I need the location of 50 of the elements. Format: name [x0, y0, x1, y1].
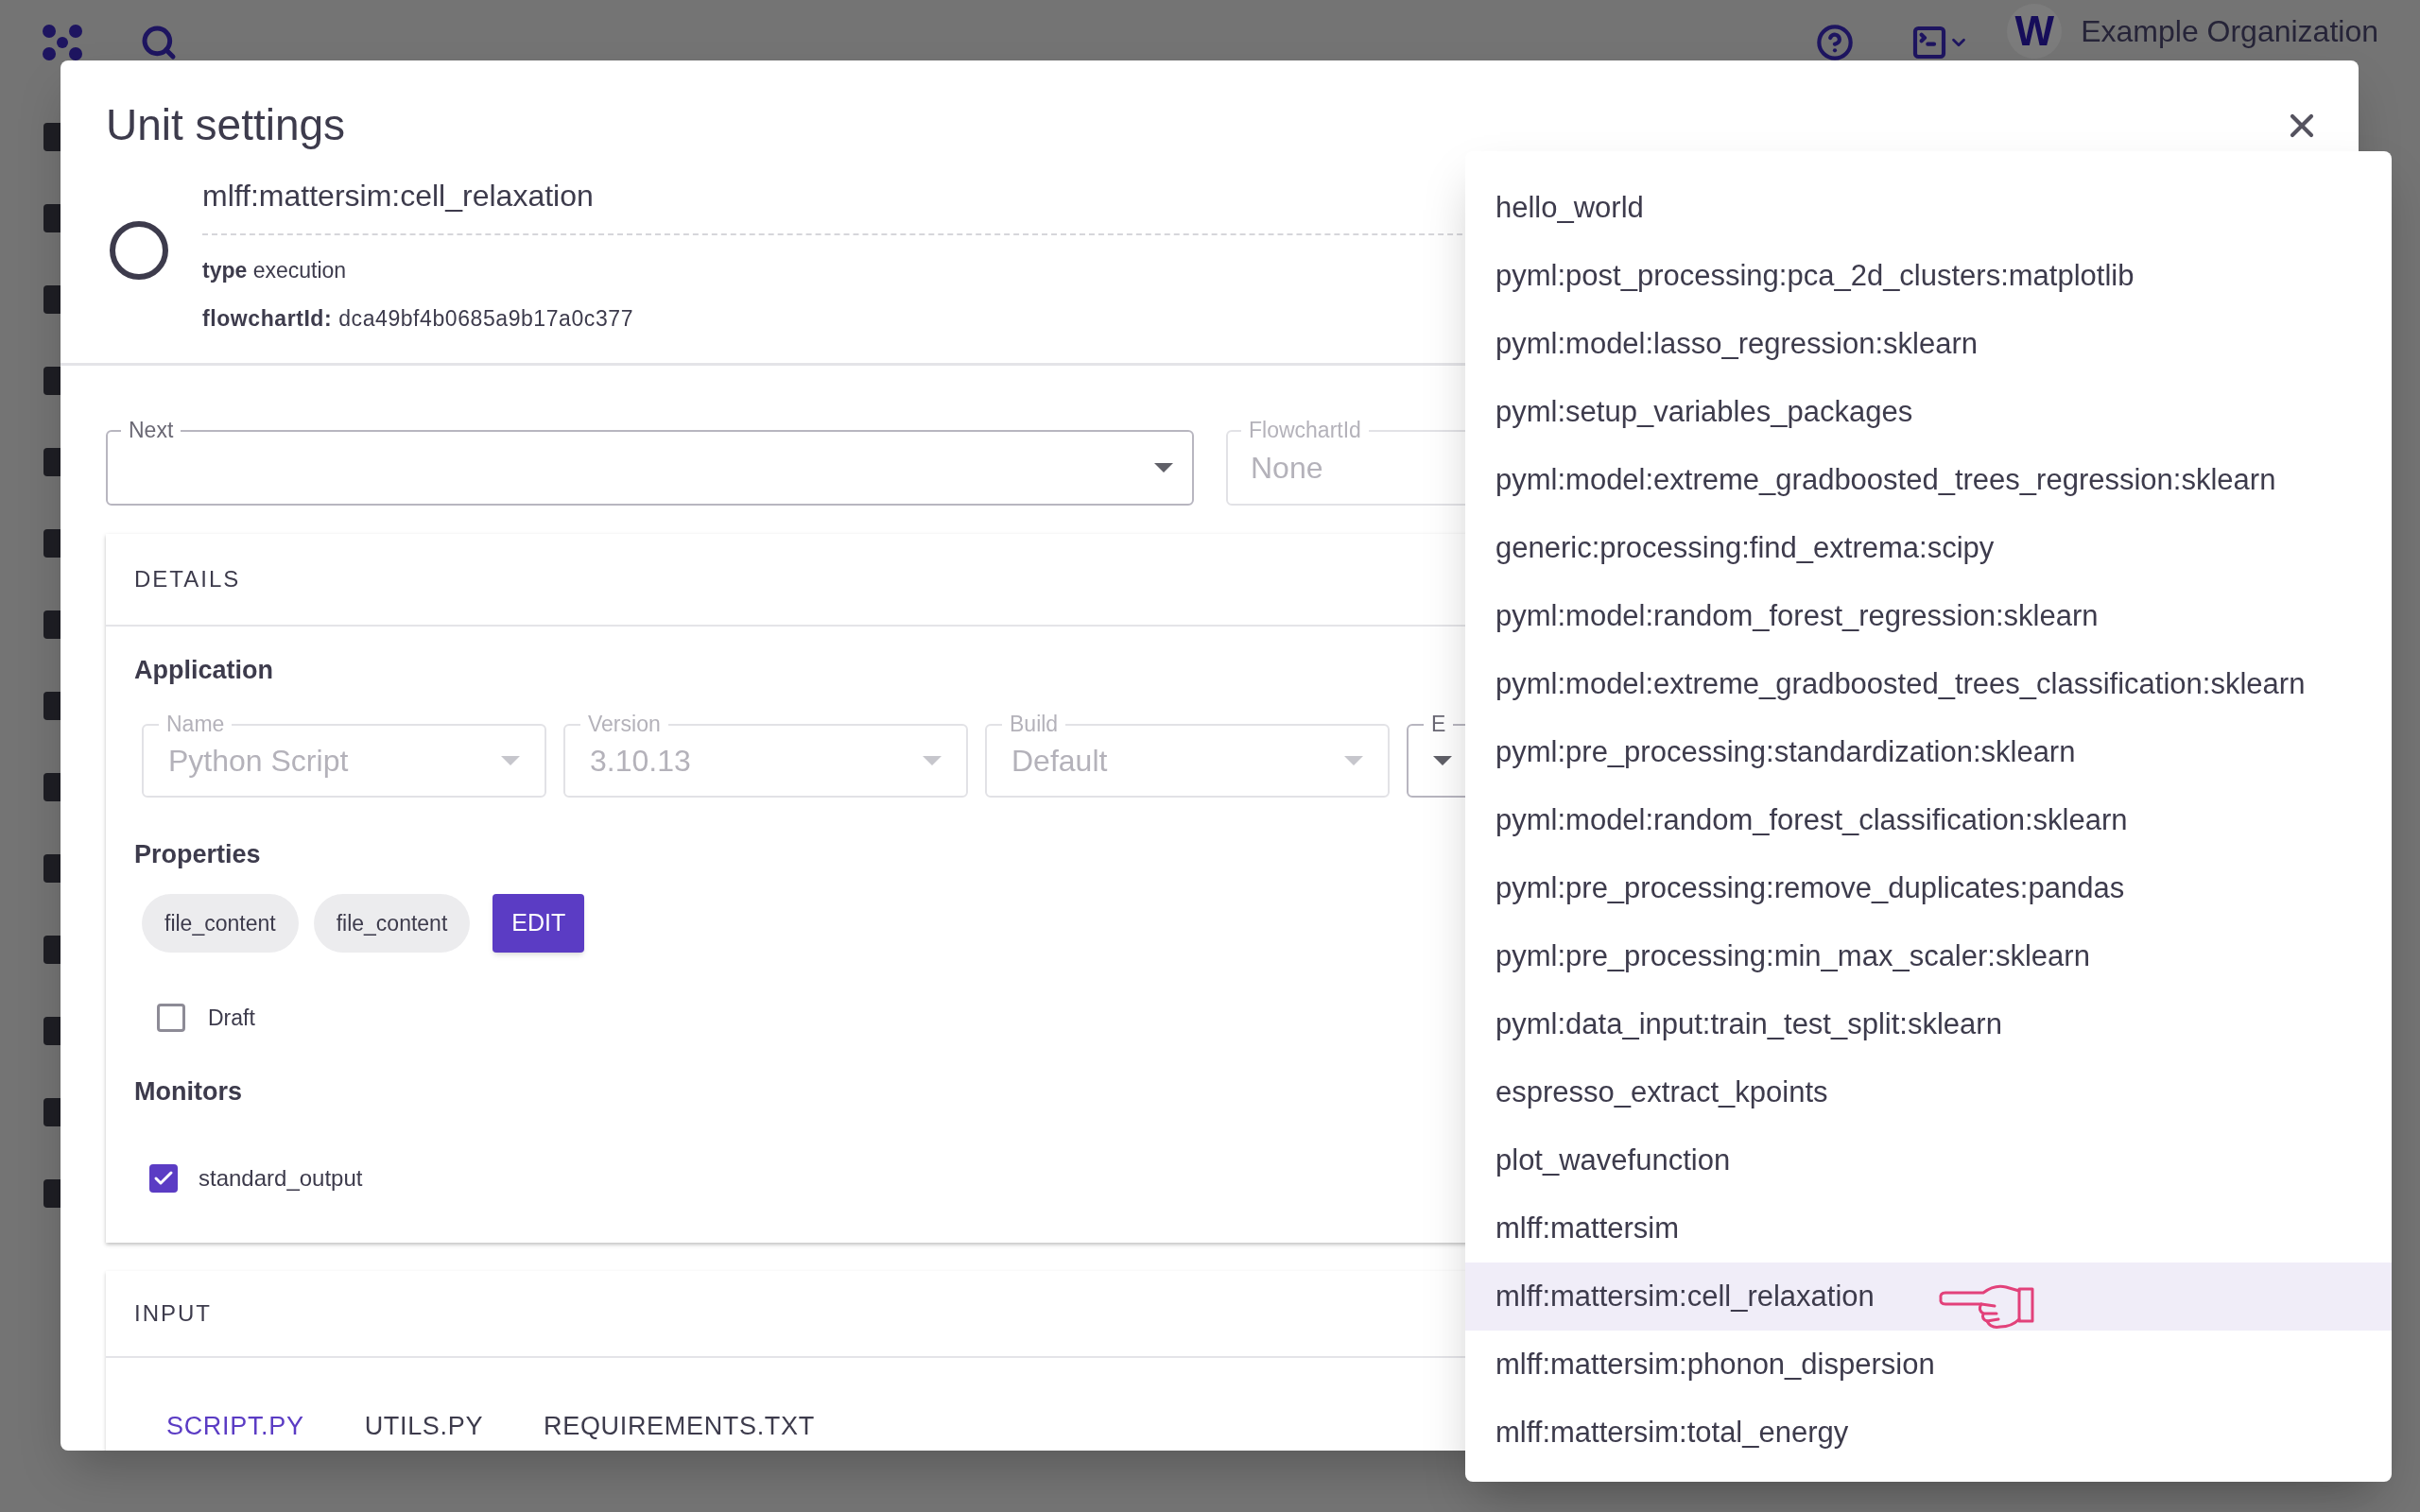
subsection-heading: Properties [134, 838, 261, 870]
logo-icon[interactable] [42, 24, 83, 61]
menu-item[interactable]: plot_wavefunction [1465, 1126, 2392, 1194]
file-tab[interactable]: REQUIREMENTS.TXT [544, 1407, 815, 1446]
subsection-heading: Application [134, 655, 273, 686]
dropdown-caret-icon [1433, 755, 1452, 765]
checkbox-label: standard_output [199, 1164, 363, 1193]
dropdown-caret-icon [501, 755, 520, 765]
field-value: None [1251, 450, 1323, 487]
dialog-title: Unit settings [106, 99, 346, 151]
unit-type: type execution [202, 257, 347, 284]
file-tab[interactable]: SCRIPT.PY [166, 1407, 304, 1446]
menu-item[interactable]: generic:processing:find_extrema:scipy [1465, 514, 2392, 582]
field-value: Python Script [168, 742, 349, 780]
unit-flowchart-id: flowchartId: dca49bf4b0685a9b17a0c377 [202, 304, 633, 333]
menu-item[interactable]: pyml:pre_processing:min_max_scaler:sklearn [1465, 922, 2392, 990]
search-icon[interactable] [140, 24, 178, 61]
organization-name: Example Organization [2081, 13, 2378, 50]
file-tab[interactable]: UTILS.PY [364, 1407, 484, 1446]
menu-item[interactable]: pyml:pre_processing:standardization:sklearn [1465, 718, 2392, 786]
menu-item[interactable]: pyml:model:lasso_regression:sklearn [1465, 310, 2392, 378]
menu-item[interactable]: pyml:pre_processing:remove_duplicates:pandas [1465, 854, 2392, 922]
edit-button[interactable]: EDIT [493, 894, 585, 953]
dropdown-caret-icon [1344, 755, 1363, 765]
help-icon[interactable] [1816, 24, 1855, 61]
field-value: 3.10.13 [590, 742, 691, 780]
property-chip: file_content [313, 894, 471, 953]
menu-item[interactable]: pyml:data_input:train_test_split:sklearn [1465, 990, 2392, 1058]
menu-item[interactable]: pyml:model:extreme_gradboosted_trees_regression:sklearn [1465, 446, 2392, 514]
checkbox-label: Draft [208, 1005, 255, 1032]
menu-item[interactable]: hello_world [1465, 174, 2392, 242]
checkbox[interactable] [149, 1164, 178, 1193]
menu-item[interactable]: pyml:model:extreme_gradboosted_trees_classification:sklearn [1465, 650, 2392, 718]
dropdown-caret-icon [923, 755, 942, 765]
avatar[interactable]: W [2007, 4, 2063, 59]
menu-item[interactable]: espresso_extract_kpoints [1465, 1058, 2392, 1126]
menu-item[interactable]: mlff:mattersim:cell_relaxation [1465, 1263, 2392, 1331]
menu-item[interactable]: pyml:model:random_forest_classification:sklearn [1465, 786, 2392, 854]
subsection-heading: Monitors [134, 1075, 242, 1108]
menu-item[interactable]: pyml:post_processing:pca_2d_clusters:matplotlib [1465, 242, 2392, 310]
menu-item[interactable]: mlff:mattersim:total_energy [1465, 1399, 2392, 1467]
field-value: Default [1011, 742, 1108, 780]
menu-item[interactable]: mlff:mattersim:phonon_dispersion [1465, 1331, 2392, 1399]
menu-item[interactable]: pyml:model:random_forest_regression:sklearn [1465, 582, 2392, 650]
menu-item[interactable]: pyml:setup_variables_packages [1465, 378, 2392, 446]
unit-name: mlff:mattersim:cell_relaxation [202, 179, 594, 213]
dropdown-caret-icon [1154, 463, 1173, 472]
property-chip: file_content [142, 894, 299, 953]
checkbox[interactable] [157, 1004, 185, 1033]
menu-item[interactable]: mlff:mattersim [1465, 1194, 2392, 1263]
